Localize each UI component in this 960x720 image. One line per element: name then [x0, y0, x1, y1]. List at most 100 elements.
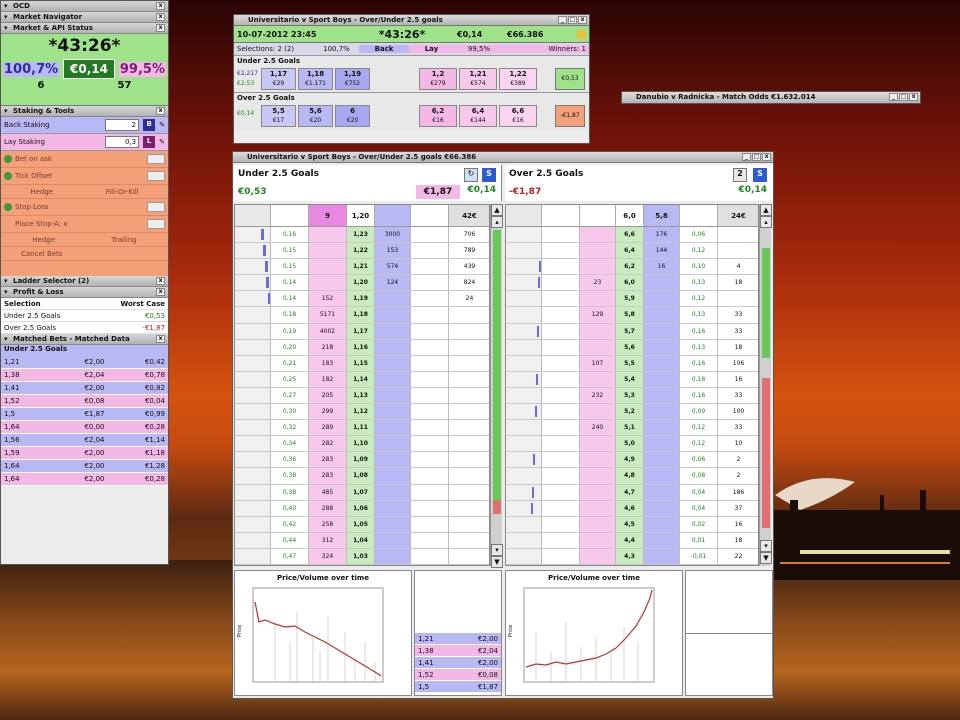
ladder-cell[interactable]: 0,18	[680, 371, 718, 388]
ladder-header-cell[interactable]	[680, 205, 718, 227]
ladder-cell[interactable]	[375, 420, 411, 437]
ladder-cell[interactable]: 0,12	[680, 436, 718, 453]
ladder-cell[interactable]	[542, 307, 580, 324]
ladder-cell[interactable]	[411, 468, 449, 485]
ladder-cell[interactable]	[644, 548, 680, 565]
ladder-cell[interactable]: 824	[449, 275, 489, 292]
ladder-cell[interactable]: 283	[309, 468, 347, 485]
matched-bet-row[interactable]: 1,59 €2,00 €1,18	[1, 447, 168, 460]
price-box[interactable]: 1,2 €279	[419, 68, 457, 90]
tool-row-place-stop[interactable]: Place Stop-A: x	[1, 216, 168, 233]
ladder-cell[interactable]	[506, 291, 542, 308]
ladder-cell[interactable]: 288	[309, 500, 347, 517]
ladder-cell[interactable]: 4,3	[616, 548, 644, 565]
ladder-cell[interactable]	[644, 564, 680, 565]
ladder-cell[interactable]	[235, 468, 271, 485]
ladder-cell[interactable]: 4,9	[616, 452, 644, 469]
ladder-cell[interactable]	[309, 243, 347, 260]
minimized-market-window[interactable]: Danubio v Radnicka - Match Odds €1.632.0…	[621, 91, 921, 104]
section-market-api-status[interactable]: Market & API Statusx	[1, 23, 168, 34]
ladder-cell[interactable]: 186	[718, 484, 758, 501]
ladder-cell[interactable]: 16	[718, 516, 758, 533]
ladder-cell[interactable]: 0,19	[271, 323, 309, 340]
ladder-cell[interactable]	[449, 532, 489, 549]
ladder-cell[interactable]	[644, 484, 680, 501]
ladder-cell[interactable]: 1,21	[347, 259, 375, 276]
ladder-cell[interactable]: 670	[309, 564, 347, 565]
ladder-cell[interactable]	[644, 516, 680, 533]
ladder-cell[interactable]: 0,04	[680, 500, 718, 517]
ladder-cell[interactable]	[235, 323, 271, 340]
ladder-cell[interactable]	[506, 436, 542, 453]
ladder-cell[interactable]	[309, 259, 347, 276]
under-ladder-scrollbar[interactable]: ▲ ▴ ▾ ▼	[490, 204, 503, 568]
ladder-cell[interactable]	[235, 371, 271, 388]
ladder-cell[interactable]: 0,04	[680, 484, 718, 501]
ladder-cell[interactable]	[411, 516, 449, 533]
ladder-cell[interactable]	[411, 259, 449, 276]
ladder-cell[interactable]	[644, 307, 680, 324]
ladder-cell[interactable]: -0,02	[680, 564, 718, 565]
ladder-cell[interactable]: 0,30	[271, 404, 309, 421]
settings-s-button[interactable]: S	[753, 168, 767, 182]
under-bet-row[interactable]: 1,5 €1,87	[415, 681, 501, 693]
ladder-cell[interactable]: 0,44	[271, 532, 309, 549]
ladder-cell[interactable]: 23	[580, 275, 616, 292]
ladder-cell[interactable]	[580, 323, 616, 340]
ladder-cell[interactable]: 0,02	[680, 516, 718, 533]
ladder-cell[interactable]: 218	[309, 339, 347, 356]
ladder-cell[interactable]	[375, 371, 411, 388]
ladder-cell[interactable]	[644, 275, 680, 292]
scroll-down-icon[interactable]: ▼	[491, 556, 503, 568]
ladder-cell[interactable]: 1,19	[347, 291, 375, 308]
section-profit-loss[interactable]: Profit & Lossx	[1, 287, 168, 298]
ladder-cell[interactable]: 0,21	[271, 355, 309, 372]
ladder-header-cell[interactable]: 1,20	[347, 205, 375, 227]
ladder-cell[interactable]: 5171	[309, 307, 347, 324]
ladder-cell[interactable]	[580, 532, 616, 549]
ladder-cell[interactable]	[542, 500, 580, 517]
ladder-cell[interactable]: 5,2	[616, 404, 644, 421]
price-box[interactable]: 1,18 €1.171	[298, 68, 333, 90]
ladder-cell[interactable]	[580, 404, 616, 421]
ladder-cell[interactable]: 37	[718, 500, 758, 517]
ladder-cell[interactable]	[309, 227, 347, 244]
ladder-cell[interactable]	[580, 371, 616, 388]
ladder-cell[interactable]: 4,4	[616, 532, 644, 549]
close-icon[interactable]: x	[909, 93, 918, 101]
ladder-cell[interactable]: 4	[718, 259, 758, 276]
ladder-cell[interactable]: 0,48	[271, 564, 309, 565]
ladder-cell[interactable]: 485	[309, 484, 347, 501]
ladder-cell[interactable]: 0,34	[271, 436, 309, 453]
tool-row-tick-offset[interactable]: Tick Offset	[1, 168, 168, 185]
ladder-cell[interactable]: 1,14	[347, 371, 375, 388]
matched-bet-row[interactable]: 1,38 €2,04 €0,78	[1, 369, 168, 382]
ladder-cell[interactable]: 5,5	[616, 355, 644, 372]
ladder-cell[interactable]	[309, 275, 347, 292]
ladder-cell[interactable]	[449, 516, 489, 533]
ladder-header-cell[interactable]: 24€	[718, 205, 758, 227]
ladder-cell[interactable]: 0,13	[680, 275, 718, 292]
ladder-cell[interactable]	[580, 243, 616, 260]
ladder-cell[interactable]	[375, 436, 411, 453]
ladder-cell[interactable]	[235, 275, 271, 292]
ladder-cell[interactable]: 312	[309, 532, 347, 549]
ladder-cell[interactable]	[449, 387, 489, 405]
ladder-cell[interactable]	[542, 564, 580, 565]
ladder-cell[interactable]: 33	[718, 307, 758, 324]
ladder-cell[interactable]	[235, 387, 271, 405]
ladder-cell[interactable]: 5,4	[616, 371, 644, 388]
ladder-cell[interactable]	[644, 387, 680, 405]
ladder-header-cell[interactable]	[506, 205, 542, 227]
ladder-cell[interactable]: 574	[375, 259, 411, 276]
window-titlebar[interactable]: Universitario v Sport Boys - Over/Under …	[233, 152, 773, 163]
ladder-cell[interactable]	[542, 259, 580, 276]
ladder-cell[interactable]: 3000	[375, 227, 411, 244]
ladder-cell[interactable]: 6,4	[616, 243, 644, 260]
ladder-cell[interactable]	[411, 339, 449, 356]
scroll-up-icon[interactable]: ▲	[491, 204, 503, 216]
ladder-cell[interactable]: 0,09	[680, 404, 718, 421]
scroll-up-icon[interactable]: ▴	[760, 216, 772, 228]
ladder-cell[interactable]	[235, 291, 271, 308]
price-box[interactable]: 6,6 €16	[499, 105, 537, 127]
